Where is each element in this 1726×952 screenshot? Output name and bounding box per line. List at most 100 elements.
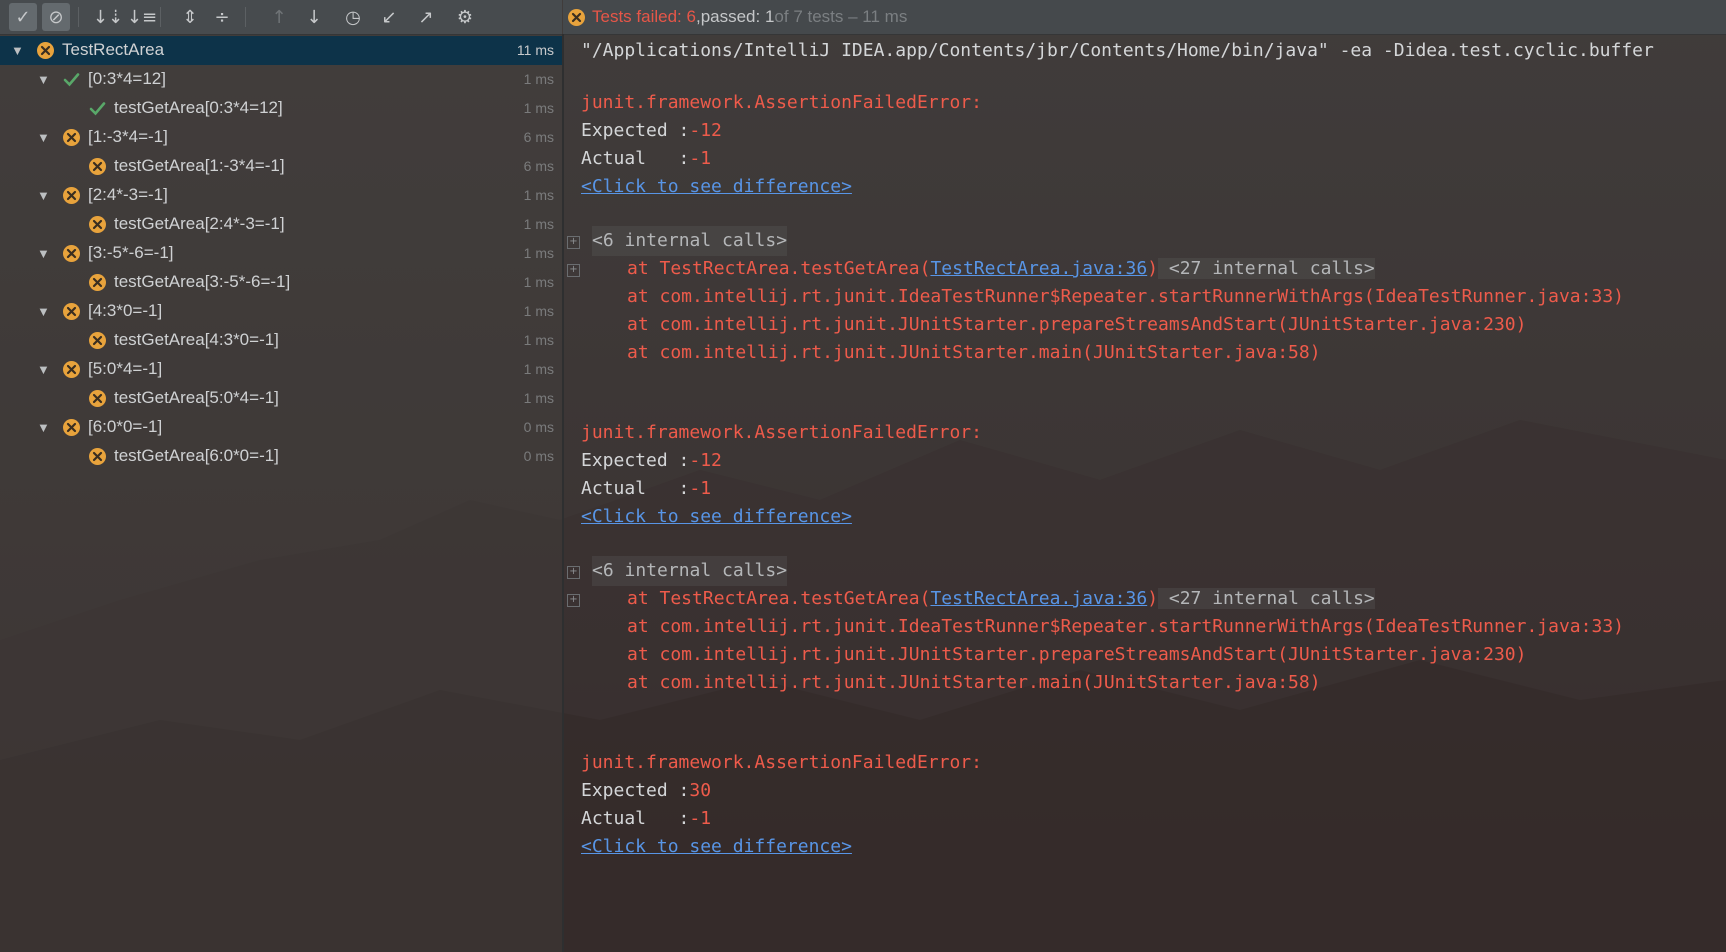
gear-icon: ⚙ bbox=[456, 6, 474, 28]
click-to-see-difference-link[interactable]: <Click to see difference> bbox=[581, 506, 852, 527]
test-case-row[interactable]: ▼ [1:-3*4=-1] 6 ms bbox=[0, 123, 562, 152]
source-file-link[interactable]: TestRectArea.java:36 bbox=[930, 258, 1147, 279]
test-duration: 11 ms bbox=[516, 42, 554, 58]
test-name: [2:4*-3=-1] bbox=[88, 185, 168, 204]
fold-toggle-icon[interactable]: + bbox=[567, 566, 580, 579]
next-failed-button[interactable]: ↓ bbox=[300, 3, 328, 31]
test-name: testGetArea[0:3*4=12] bbox=[114, 98, 283, 117]
export-tests-button[interactable]: ↗ bbox=[412, 3, 440, 31]
error-circle-icon bbox=[89, 216, 106, 233]
test-name: [0:3*4=12] bbox=[88, 69, 166, 88]
test-name: testGetArea[3:-5*-6=-1] bbox=[114, 272, 291, 291]
source-file-link[interactable]: TestRectArea.java:36 bbox=[930, 588, 1147, 609]
panel-splitter[interactable] bbox=[562, 34, 564, 952]
expected-line: Expected :-12 bbox=[581, 446, 722, 476]
error-circle-icon bbox=[63, 361, 80, 378]
test-name: [3:-5*-6=-1] bbox=[88, 243, 174, 262]
error-message: junit.framework.AssertionFailedError: bbox=[581, 752, 982, 773]
test-method-row[interactable]: testGetArea[6:0*0=-1] 0 ms bbox=[0, 442, 562, 471]
test-name: [4:3*0=-1] bbox=[88, 301, 163, 320]
test-output-console[interactable]: "/Applications/IntelliJ IDEA.app/Content… bbox=[565, 36, 1726, 952]
test-class-row[interactable]: ▼ TestRectArea 11 ms bbox=[0, 36, 562, 65]
test-duration: 1 ms bbox=[523, 274, 554, 290]
test-name: testGetArea[2:4*-3=-1] bbox=[114, 214, 285, 233]
settings-button[interactable]: ⚙ bbox=[451, 3, 479, 31]
internal-calls-line: <6 internal calls> bbox=[592, 556, 788, 586]
show-ignored-button[interactable]: ⊘ bbox=[42, 3, 70, 31]
diff-link-line: <Click to see difference> bbox=[581, 832, 852, 862]
expand-arrow-icon[interactable]: ▼ bbox=[37, 130, 50, 145]
stack-frame-close: ) bbox=[1147, 258, 1159, 279]
collapse-all-button[interactable]: ÷ bbox=[208, 3, 236, 31]
test-case-row[interactable]: ▼ [2:4*-3=-1] 1 ms bbox=[0, 181, 562, 210]
stack-frame-line: at com.intellij.rt.junit.JUnitStarter.pr… bbox=[627, 310, 1526, 340]
test-status-bar: Tests failed: 6 , passed: 1 of 7 tests –… bbox=[563, 0, 1726, 35]
test-duration: 0 ms bbox=[523, 448, 554, 464]
test-method-row[interactable]: testGetArea[5:0*4=-1] 1 ms bbox=[0, 384, 562, 413]
click-to-see-difference-link[interactable]: <Click to see difference> bbox=[581, 836, 852, 857]
sort-alpha-button[interactable]: ↓⇣ bbox=[93, 3, 123, 31]
fold-toggle-icon[interactable]: + bbox=[567, 236, 580, 249]
prev-failed-button[interactable]: ↑ bbox=[265, 3, 293, 31]
test-case-row[interactable]: ▼ [0:3*4=12] 1 ms bbox=[0, 65, 562, 94]
test-method-row[interactable]: testGetArea[4:3*0=-1] 1 ms bbox=[0, 326, 562, 355]
expand-arrow-icon[interactable]: ▼ bbox=[37, 188, 50, 203]
expand-arrow-icon[interactable]: ▼ bbox=[37, 246, 50, 261]
test-case-row[interactable]: ▼ [4:3*0=-1] 1 ms bbox=[0, 297, 562, 326]
click-to-see-difference-link[interactable]: <Click to see difference> bbox=[581, 176, 852, 197]
expand-arrow-icon[interactable]: ▼ bbox=[37, 420, 50, 435]
actual-label: Actual : bbox=[581, 478, 690, 499]
test-name: testGetArea[1:-3*4=-1] bbox=[114, 156, 285, 175]
test-runner-toolbar: ✓ ⊘ ↓⇣ ↓≡ ⇕ ÷ ↑ ↓ ◷ ↙ ↗ ⚙ bbox=[0, 0, 562, 35]
expand-arrow-icon[interactable]: ▼ bbox=[37, 72, 50, 87]
console-command-line: "/Applications/IntelliJ IDEA.app/Content… bbox=[581, 36, 1654, 66]
expand-arrow-icon[interactable]: ▼ bbox=[37, 362, 50, 377]
actual-label: Actual : bbox=[581, 148, 690, 169]
stack-frame-line: at com.intellij.rt.junit.JUnitStarter.ma… bbox=[627, 668, 1321, 698]
expected-value: -12 bbox=[689, 450, 722, 471]
test-method-row[interactable]: testGetArea[2:4*-3=-1] 1 ms bbox=[0, 210, 562, 239]
command-text: "/Applications/IntelliJ IDEA.app/Content… bbox=[581, 40, 1654, 61]
import-tests-button[interactable]: ↙ bbox=[375, 3, 403, 31]
stack-frame-text: at com.intellij.rt.junit.JUnitStarter.ma… bbox=[627, 672, 1321, 693]
test-case-row[interactable]: ▼ [6:0*0=-1] 0 ms bbox=[0, 413, 562, 442]
toolbar-separator bbox=[78, 7, 79, 27]
stack-frame-line: at TestRectArea.testGetArea(TestRectArea… bbox=[627, 254, 1375, 284]
test-results-tree: ▼ TestRectArea 11 ms ▼ [0:3*4=12] 1 ms testGet… bbox=[0, 36, 562, 952]
test-duration: 1 ms bbox=[523, 361, 554, 377]
expected-line: Expected :30 bbox=[581, 776, 711, 806]
error-circle-icon bbox=[63, 303, 80, 320]
test-name: testGetArea[4:3*0=-1] bbox=[114, 330, 279, 349]
show-passed-button[interactable]: ✓ bbox=[9, 3, 37, 31]
error-message: junit.framework.AssertionFailedError: bbox=[581, 422, 982, 443]
import-icon: ↙ bbox=[381, 6, 397, 28]
sort-duration-button[interactable]: ↓≡ bbox=[127, 3, 157, 31]
expand-all-button[interactable]: ⇕ bbox=[176, 3, 204, 31]
actual-line: Actual :-1 bbox=[581, 474, 711, 504]
expand-arrow-icon[interactable]: ▼ bbox=[11, 43, 24, 58]
test-name: [6:0*0=-1] bbox=[88, 417, 163, 436]
no-entry-icon: ⊘ bbox=[48, 6, 64, 28]
stack-frame-text: at com.intellij.rt.junit.JUnitStarter.pr… bbox=[627, 314, 1527, 335]
test-case-row[interactable]: ▼ [5:0*4=-1] 1 ms bbox=[0, 355, 562, 384]
expand-arrow-icon[interactable]: ▼ bbox=[37, 304, 50, 319]
stack-frame-text: at TestRectArea.testGetArea( bbox=[627, 258, 931, 279]
test-case-row[interactable]: ▼ [3:-5*-6=-1] 1 ms bbox=[0, 239, 562, 268]
actual-value: -1 bbox=[689, 148, 712, 169]
test-method-row[interactable]: testGetArea[1:-3*4=-1] 6 ms bbox=[0, 152, 562, 181]
test-method-row[interactable]: testGetArea[0:3*4=12] 1 ms bbox=[0, 94, 562, 123]
test-duration: 1 ms bbox=[523, 332, 554, 348]
error-circle-icon bbox=[63, 419, 80, 436]
check-icon bbox=[89, 102, 106, 116]
test-method-row[interactable]: testGetArea[3:-5*-6=-1] 1 ms bbox=[0, 268, 562, 297]
expected-line: Expected :-12 bbox=[581, 116, 722, 146]
assertion-error-line: junit.framework.AssertionFailedError: bbox=[581, 88, 982, 118]
test-history-button[interactable]: ◷ bbox=[339, 3, 367, 31]
tests-failed-text: Tests failed: 6 bbox=[592, 7, 696, 26]
test-duration: 1 ms bbox=[523, 71, 554, 87]
error-circle-icon bbox=[89, 448, 106, 465]
diff-link-line: <Click to see difference> bbox=[581, 172, 852, 202]
fold-toggle-icon[interactable]: + bbox=[567, 264, 580, 277]
fold-toggle-icon[interactable]: + bbox=[567, 594, 580, 607]
test-duration: 0 ms bbox=[523, 419, 554, 435]
